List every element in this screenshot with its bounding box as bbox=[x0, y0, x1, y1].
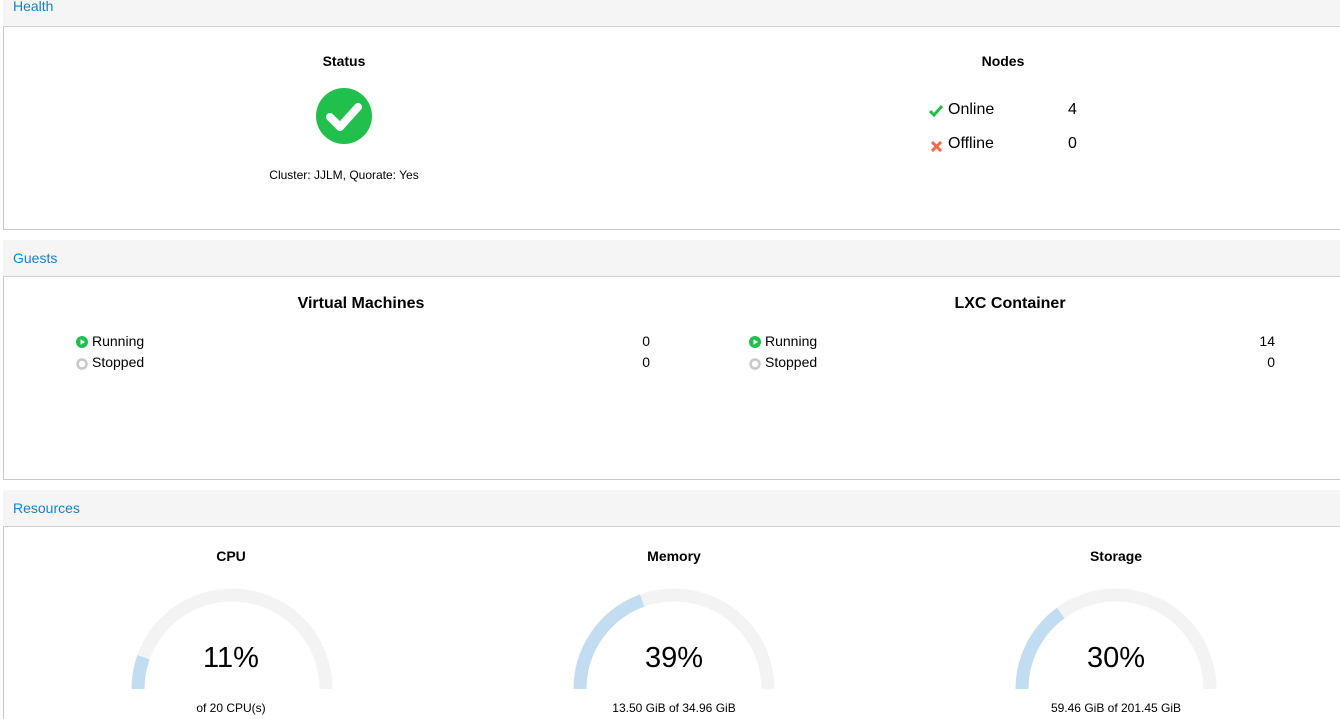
storage-gauge-percent: 30% bbox=[1086, 642, 1146, 674]
guests-panel-title: Guests bbox=[13, 250, 58, 266]
cpu-gauge-detail: of 20 CPU(s) bbox=[196, 701, 266, 715]
cpu-gauge-label: CPU bbox=[216, 548, 246, 564]
lxc-running-count: 14 bbox=[1259, 333, 1275, 349]
stop-circle-icon bbox=[749, 357, 761, 375]
nodes-online-label: Online bbox=[948, 101, 995, 118]
resources-panel-title: Resources bbox=[13, 500, 80, 516]
health-panel-title: Health bbox=[13, 0, 54, 14]
nodes-online-count: 4 bbox=[1068, 101, 1077, 118]
play-circle-icon bbox=[749, 335, 761, 353]
status-check-circle-icon bbox=[316, 88, 372, 144]
vm-stopped-label: Stopped bbox=[92, 354, 145, 370]
health-panel-body: Status Cluster: JJLM, Quorate: Yes Nodes… bbox=[3, 27, 1340, 230]
cpu-gauge-arc bbox=[131, 588, 333, 690]
lxc-heading: LXC Container bbox=[954, 295, 1066, 312]
vm-stopped-count: 0 bbox=[642, 354, 650, 370]
vm-running-label: Running bbox=[92, 333, 145, 349]
guests-panel-header: Guests bbox=[3, 240, 1340, 277]
memory-gauge-label: Memory bbox=[647, 548, 701, 564]
memory-gauge-arc bbox=[573, 588, 775, 690]
cluster-status-text: Cluster: JJLM, Quorate: Yes bbox=[269, 168, 419, 182]
guests-panel-body: Virtual Machines Running 0 Stopped 0 LXC… bbox=[3, 277, 1340, 480]
nodes-heading: Nodes bbox=[981, 53, 1025, 69]
storage-gauge-arc bbox=[1015, 588, 1217, 690]
storage-gauge-label: Storage bbox=[1089, 548, 1143, 564]
status-heading: Status bbox=[322, 53, 366, 69]
nodes-offline-label: Offline bbox=[948, 135, 994, 152]
memory-gauge-percent: 39% bbox=[644, 642, 704, 674]
memory-gauge-detail: 13.50 GiB of 34.96 GiB bbox=[612, 701, 736, 715]
online-check-icon bbox=[928, 104, 944, 122]
lxc-stopped-count: 0 bbox=[1267, 354, 1275, 370]
resources-panel-body: CPU 11% of 20 CPU(s) Memory 39% 13.50 Gi… bbox=[3, 527, 1340, 719]
nodes-offline-count: 0 bbox=[1068, 135, 1077, 152]
offline-x-icon bbox=[930, 139, 943, 157]
stop-circle-icon bbox=[76, 357, 88, 375]
play-circle-icon bbox=[76, 335, 88, 353]
vm-running-count: 0 bbox=[642, 333, 650, 349]
lxc-stopped-label: Stopped bbox=[765, 354, 818, 370]
storage-gauge-detail: 59.46 GiB of 201.45 GiB bbox=[1050, 701, 1182, 715]
cpu-gauge-percent: 11% bbox=[203, 642, 259, 674]
health-panel-header: Health bbox=[3, 0, 1340, 27]
lxc-running-label: Running bbox=[765, 333, 818, 349]
resources-panel-header: Resources bbox=[3, 490, 1340, 527]
vm-heading: Virtual Machines bbox=[297, 295, 425, 312]
